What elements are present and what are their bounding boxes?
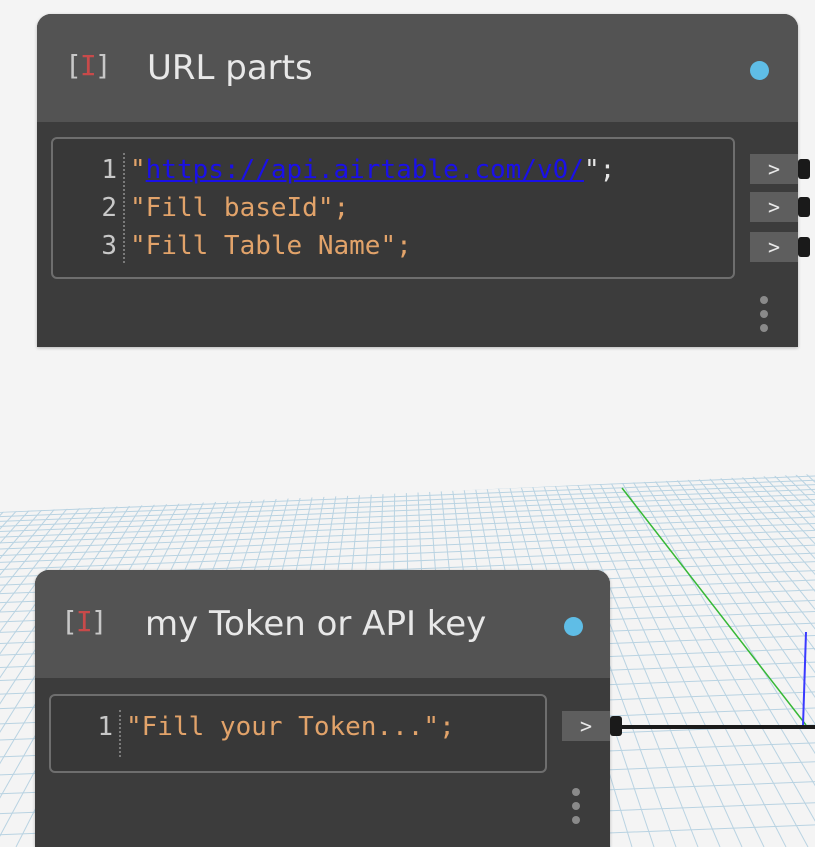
code-text[interactable]: "https://api.airtable.com/v0/"; bbox=[130, 155, 615, 185]
code-editor[interactable]: 1 "https://api.airtable.com/v0/"; 2 "Fil… bbox=[51, 137, 735, 279]
code-line[interactable]: 3 "Fill Table Name"; bbox=[53, 231, 733, 269]
code-line[interactable]: 1 "Fill your Token..."; bbox=[51, 712, 545, 750]
line-number: 3 bbox=[101, 231, 117, 261]
code-block-icon: [I] bbox=[61, 605, 108, 638]
more-options-icon[interactable] bbox=[760, 296, 768, 338]
code-editor[interactable]: 1 "Fill your Token..."; bbox=[49, 694, 547, 773]
output-port-connector[interactable] bbox=[798, 197, 810, 217]
token-node[interactable]: [I] my Token or API key 1 "Fill your Tok… bbox=[35, 570, 622, 847]
code-line[interactable]: 1 "https://api.airtable.com/v0/"; bbox=[53, 155, 733, 193]
url-parts-node[interactable]: [I] URL parts 1 "https://api.airtable.co… bbox=[37, 14, 810, 347]
more-options-icon[interactable] bbox=[572, 788, 580, 830]
node-title: URL parts bbox=[147, 48, 313, 88]
output-port-connector[interactable] bbox=[610, 716, 622, 736]
line-number: 1 bbox=[101, 155, 117, 185]
node-header[interactable]: [I] URL parts bbox=[37, 14, 798, 122]
node-header[interactable]: [I] my Token or API key bbox=[35, 570, 610, 678]
z-axis-line bbox=[802, 631, 807, 727]
output-port-2[interactable]: > bbox=[750, 192, 798, 222]
line-number: 2 bbox=[101, 193, 117, 223]
code-block-icon: [I] bbox=[65, 49, 112, 82]
output-port-3[interactable]: > bbox=[750, 232, 798, 262]
code-text[interactable]: "Fill your Token..."; bbox=[126, 712, 455, 742]
code-text[interactable]: "Fill Table Name"; bbox=[130, 231, 412, 261]
output-port-connector[interactable] bbox=[798, 159, 810, 179]
code-text[interactable]: "Fill baseId"; bbox=[130, 193, 349, 223]
code-line[interactable]: 2 "Fill baseId"; bbox=[53, 193, 733, 231]
output-port-1[interactable]: > bbox=[750, 154, 798, 184]
status-indicator-dot bbox=[564, 617, 583, 636]
output-port-connector[interactable] bbox=[798, 237, 810, 257]
status-indicator-dot bbox=[750, 61, 769, 80]
output-port-1[interactable]: > bbox=[562, 711, 610, 741]
node-title: my Token or API key bbox=[145, 604, 487, 644]
line-number: 1 bbox=[97, 712, 113, 742]
url-link[interactable]: https://api.airtable.com/v0/ bbox=[146, 155, 584, 185]
